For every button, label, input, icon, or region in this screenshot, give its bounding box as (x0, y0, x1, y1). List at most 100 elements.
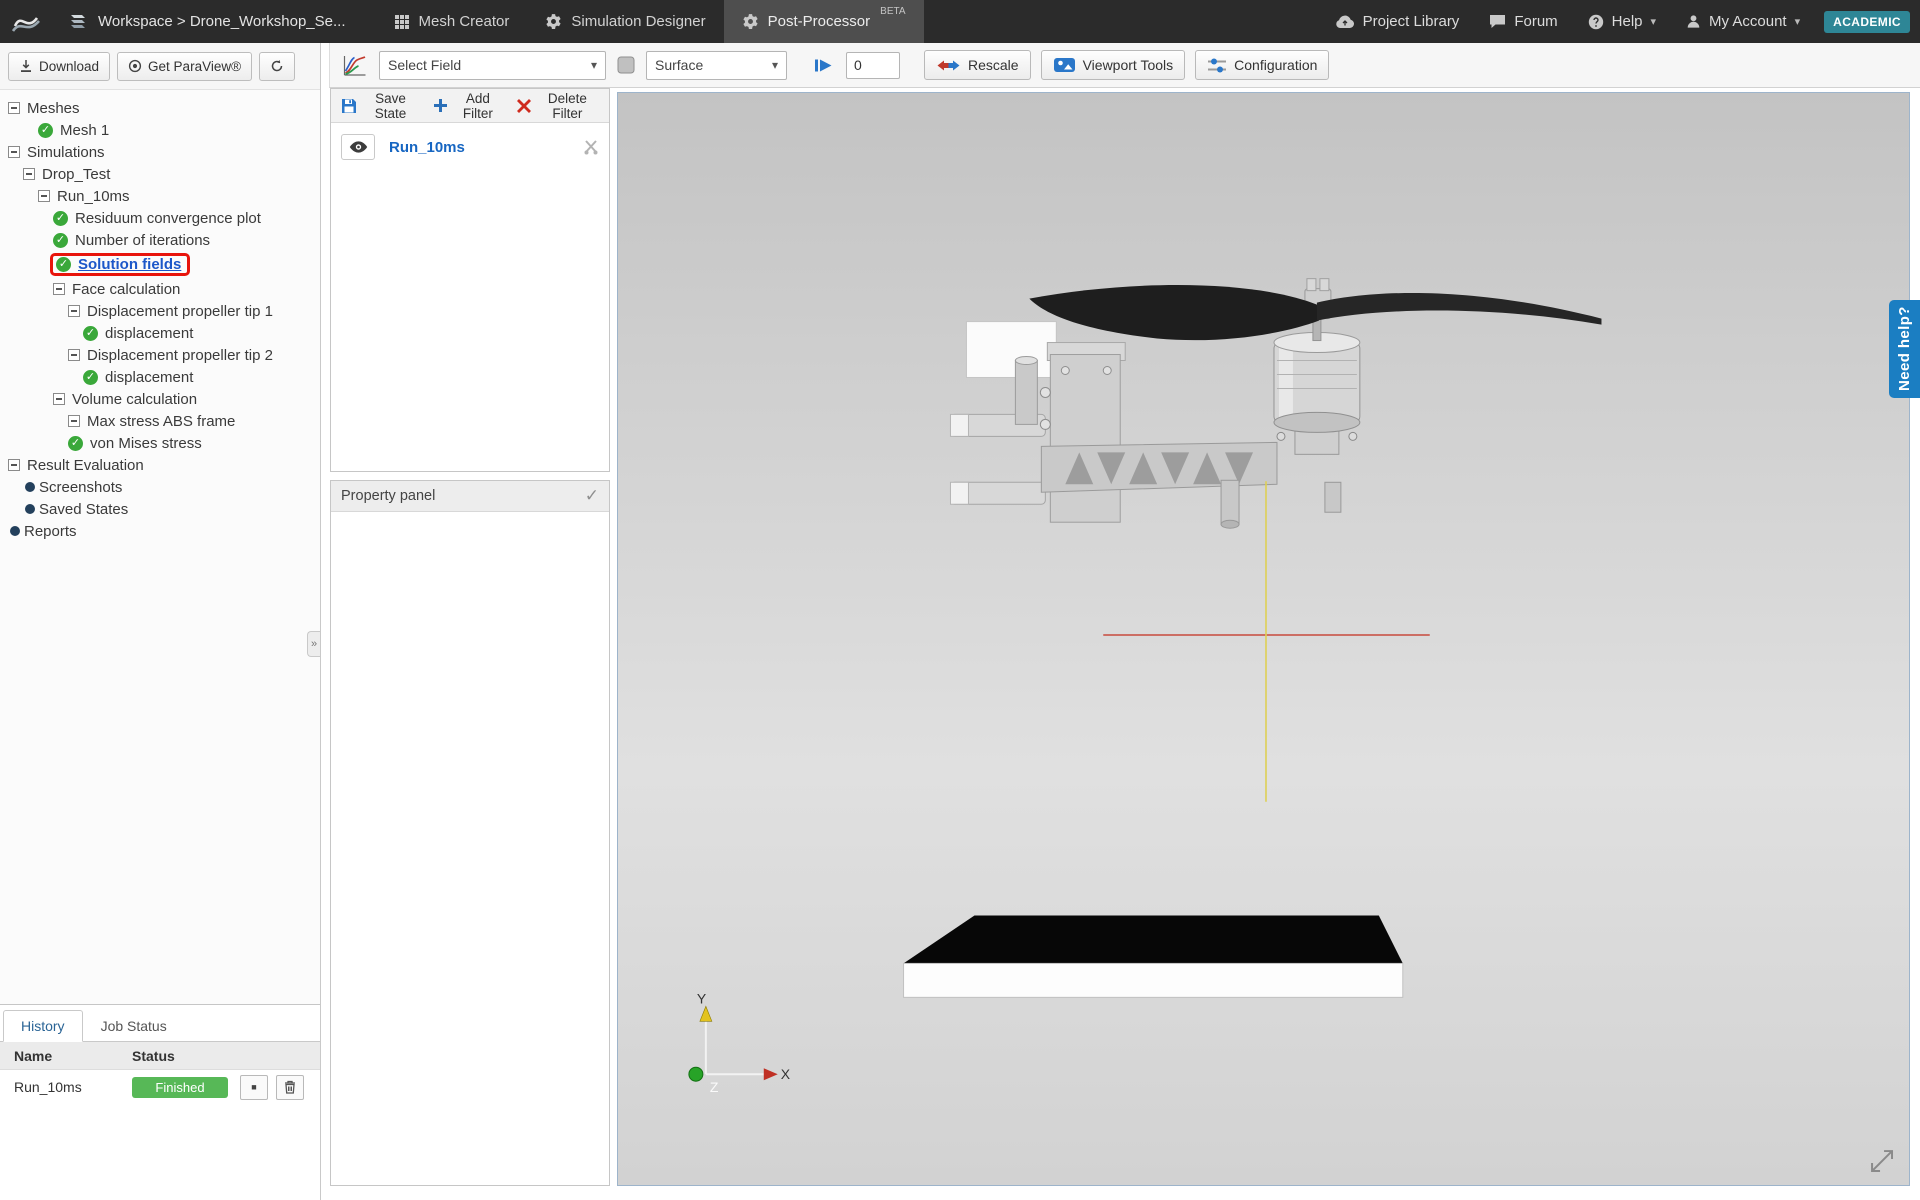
save-state-label: Save State (362, 91, 419, 121)
check-icon (53, 233, 68, 248)
delete-job-button[interactable] (276, 1075, 304, 1100)
collapse-icon[interactable] (68, 349, 80, 361)
menu-forum[interactable]: Forum (1489, 13, 1557, 30)
z-axis-sphere (689, 1067, 703, 1081)
job-name: Run_10ms (14, 1079, 132, 1095)
project-tree: MeshesMesh 1SimulationsDrop_TestRun_10ms… (0, 90, 320, 1004)
tree-item-result-evaluation[interactable]: Result Evaluation (0, 454, 320, 476)
need-help-tab[interactable]: Need help? (1889, 300, 1920, 398)
get-paraview-button[interactable]: Get ParaView® (117, 52, 252, 81)
tree-item-displacement-propeller-tip-1[interactable]: Displacement propeller tip 1 (0, 300, 320, 322)
tab-simulation-designer[interactable]: Simulation Designer (527, 0, 723, 43)
tree-item-label: Solution fields (78, 256, 181, 273)
check-icon (56, 257, 71, 272)
tree-item-label: Reports (24, 523, 77, 540)
column-status: Status (132, 1048, 175, 1064)
tree-item-von-mises-stress[interactable]: von Mises stress (0, 432, 320, 454)
colormap-button[interactable] (340, 52, 369, 79)
apply-check-icon[interactable]: ✓ (585, 486, 599, 506)
rescale-button[interactable]: Rescale (924, 50, 1031, 80)
representation-select[interactable]: Surface ▾ (646, 51, 787, 80)
ground-plate (904, 915, 1403, 997)
app-logo-icon (11, 9, 41, 35)
refresh-icon (270, 59, 284, 73)
dot-icon (25, 504, 35, 514)
collapse-icon[interactable] (8, 102, 20, 114)
filter-item[interactable]: Run_10ms (331, 131, 609, 163)
download-button[interactable]: Download (8, 52, 110, 81)
menu-help[interactable]: Help▾ (1588, 13, 1656, 30)
postprocessor-toolbar: Select Field ▾ Surface ▾ Rescale Viewpor… (329, 43, 1920, 88)
tree-item-run-10ms[interactable]: Run_10ms (0, 185, 320, 207)
tree-item-mesh-1[interactable]: Mesh 1 (0, 119, 320, 141)
collapse-icon[interactable] (8, 459, 20, 471)
field-select[interactable]: Select Field ▾ (379, 51, 606, 80)
tree-item-label: Saved States (39, 501, 128, 518)
frame-input[interactable] (846, 52, 900, 79)
viewport-tools-label: Viewport Tools (1083, 57, 1174, 73)
plus-icon (433, 98, 448, 113)
collapse-icon[interactable] (53, 283, 65, 295)
tree-item-drop-test[interactable]: Drop_Test (0, 163, 320, 185)
tree-item-meshes[interactable]: Meshes (0, 97, 320, 119)
save-state-button[interactable]: Save State (335, 87, 425, 125)
check-icon (68, 436, 83, 451)
tree-item-residuum-convergence-plot[interactable]: Residuum convergence plot (0, 207, 320, 229)
tab-history[interactable]: History (3, 1010, 83, 1042)
tree-item-number-of-iterations[interactable]: Number of iterations (0, 229, 320, 251)
tree-item-max-stress-abs-frame[interactable]: Max stress ABS frame (0, 410, 320, 432)
collapse-icon[interactable] (53, 393, 65, 405)
tree-item-reports[interactable]: Reports (0, 520, 320, 542)
caret-down-icon: ▾ (772, 58, 778, 72)
tab-post-processor[interactable]: Post-ProcessorBETA (724, 0, 924, 43)
plan-badge: ACADEMIC (1824, 11, 1910, 33)
tree-item-solution-fields[interactable]: Solution fields (0, 251, 320, 278)
menu-project-library[interactable]: Project Library (1335, 13, 1460, 30)
viewport-resize-icon[interactable] (1872, 1151, 1892, 1171)
collapse-icon[interactable] (23, 168, 35, 180)
configuration-button[interactable]: Configuration (1195, 50, 1329, 80)
add-filter-label: Add Filter (453, 91, 503, 121)
collapse-icon[interactable] (68, 305, 80, 317)
visibility-toggle[interactable] (341, 134, 375, 160)
tree-item-label: displacement (105, 325, 193, 342)
tree-item-saved-states[interactable]: Saved States (0, 498, 320, 520)
tree-item-label: Volume calculation (72, 391, 197, 408)
y-axis-arrow (700, 1006, 712, 1021)
workspace-label: Workspace > Drone_Workshop_Se... (98, 13, 346, 30)
viewport-3d-scene[interactable]: Y X Z (618, 93, 1909, 1185)
menu-label: My Account (1709, 13, 1787, 30)
trash-icon (284, 1080, 296, 1094)
jobs-tab-bar: History Job Status (0, 1005, 320, 1042)
job-row: Run_10msFinished■ (0, 1070, 320, 1104)
tree-item-face-calculation[interactable]: Face calculation (0, 278, 320, 300)
collapse-icon[interactable] (68, 415, 80, 427)
tree-item-simulations[interactable]: Simulations (0, 141, 320, 163)
viewport-3d[interactable]: Y X Z (617, 92, 1910, 1186)
tab-job-status[interactable]: Job Status (83, 1010, 185, 1041)
tree-item-displacement[interactable]: displacement (0, 366, 320, 388)
representation-select-value: Surface (655, 57, 703, 73)
tree-item-volume-calculation[interactable]: Volume calculation (0, 388, 320, 410)
sidebar-collapse-handle[interactable]: » (307, 631, 320, 657)
collapse-icon[interactable] (8, 146, 20, 158)
app-logo[interactable] (8, 4, 44, 40)
menu-my-account[interactable]: My Account▾ (1686, 13, 1800, 30)
stop-job-button[interactable]: ■ (240, 1075, 268, 1100)
colormap-icon (342, 54, 367, 77)
tab-label: Mesh Creator (419, 13, 510, 30)
delete-filter-button[interactable]: Delete Filter (511, 87, 605, 125)
collapse-icon[interactable] (38, 190, 50, 202)
viewport-tools-button[interactable]: Viewport Tools (1041, 50, 1186, 80)
tree-item-screenshots[interactable]: Screenshots (0, 476, 320, 498)
gear-icon (742, 13, 759, 30)
step-forward-button[interactable] (811, 55, 836, 76)
add-filter-button[interactable]: Add Filter (427, 87, 509, 125)
workspace-breadcrumb[interactable]: Workspace > Drone_Workshop_Se... (52, 0, 362, 43)
tree-item-displacement-propeller-tip-2[interactable]: Displacement propeller tip 2 (0, 344, 320, 366)
tree-item-displacement[interactable]: displacement (0, 322, 320, 344)
tab-mesh-creator[interactable]: Mesh Creator (376, 0, 528, 43)
check-icon (83, 326, 98, 341)
refresh-button[interactable] (259, 52, 295, 81)
dot-icon (25, 482, 35, 492)
